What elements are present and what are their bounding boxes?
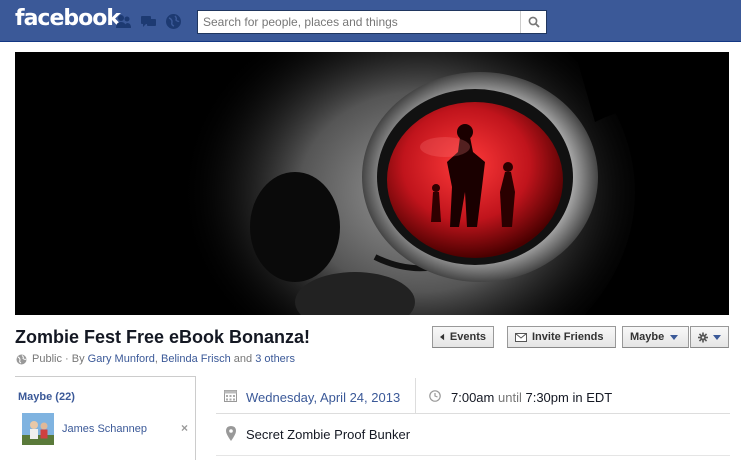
notifications-icon[interactable] [165,13,182,30]
divider [415,378,416,414]
chevron-down-icon [713,334,721,340]
guest-sidebar: Maybe (22) James Schannep × [15,376,196,460]
other-hosts-link[interactable]: 3 others [255,353,295,365]
gear-icon [698,332,708,342]
search-icon [528,16,540,28]
event-cover-photo[interactable] [15,52,729,315]
globe-icon [16,354,27,364]
clock-icon [429,390,441,402]
event-location: Secret Zombie Proof Bunker [246,427,411,442]
search-input[interactable] [198,11,520,33]
facebook-logo[interactable]: facebook [15,6,121,31]
host-separator: , [154,353,158,365]
timezone-label: in EDT [572,390,613,405]
location-pin-icon [226,426,236,441]
and-label: and [233,353,253,365]
events-button[interactable]: Events [432,326,494,348]
event-date-link[interactable]: Wednesday, April 24, 2013 [246,390,400,405]
end-time: 7:30pm [525,390,569,405]
friend-requests-icon[interactable] [115,13,132,30]
privacy-label: Public [32,353,62,365]
search-box [197,10,547,34]
events-button-label: Events [449,331,486,343]
event-meta: Public · By Gary Munford, Belinda Frisch… [16,353,295,365]
until-label: until [498,390,522,405]
event-time: 7:00am until 7:30pm in EDT [451,390,612,405]
maybe-guests-header[interactable]: Maybe (22) [18,391,75,403]
close-icon[interactable]: × [181,421,188,435]
host-link-belinda-frisch[interactable]: Belinda Frisch [161,353,231,365]
event-title: Zombie Fest Free eBook Bonanza! [15,327,311,347]
date-time-row: Wednesday, April 24, 2013 7:00am until 7… [216,378,730,414]
guest-name-link[interactable]: James Schannep [62,423,147,435]
avatar-image [22,413,54,445]
host-link-gary-munford[interactable]: Gary Munford [88,353,155,365]
envelope-icon [515,332,527,342]
invite-friends-button[interactable]: Invite Friends [507,326,616,348]
search-button[interactable] [520,11,546,33]
messages-icon[interactable] [140,13,157,30]
settings-dropdown[interactable] [690,326,729,348]
top-bar: facebook [0,0,741,42]
rsvp-label: Maybe [630,331,665,343]
location-row: Secret Zombie Proof Bunker [216,414,730,456]
rsvp-dropdown[interactable]: Maybe [622,326,689,348]
by-label: · By [65,353,85,365]
event-details: Wednesday, April 24, 2013 7:00am until 7… [216,378,730,460]
chevron-down-icon [670,334,679,340]
invite-friends-label: Invite Friends [532,331,604,343]
guest-list-item[interactable]: James Schannep × [22,413,188,445]
avatar[interactable] [22,413,54,445]
back-arrow-icon [440,333,445,341]
jewel-bar [115,12,182,30]
calendar-icon [224,390,237,402]
zombie-gasmask-cover-image [15,52,729,315]
start-time: 7:00am [451,390,495,405]
